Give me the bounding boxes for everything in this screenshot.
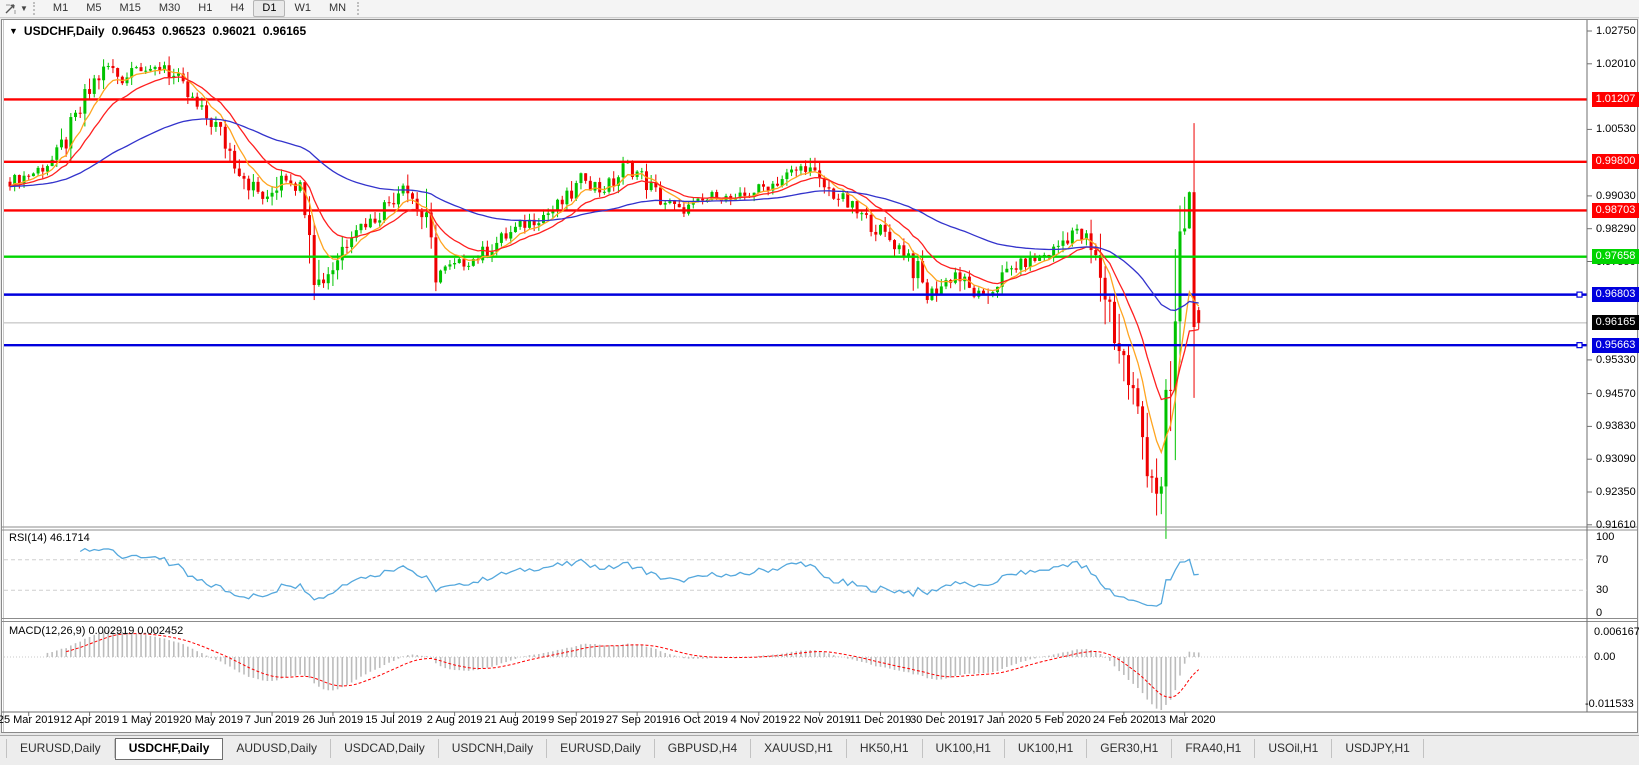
chart-tab-uk100-h1[interactable]: UK100,H1 [923, 739, 1005, 758]
toolbar-separator-end [357, 2, 364, 15]
hline-handle [1577, 292, 1582, 297]
chart-tab-usdjpy-h1[interactable]: USDJPY,H1 [1332, 739, 1423, 758]
timeframe-button-H4[interactable]: H4 [221, 0, 253, 17]
timeframes-toolbar: ▼ M1M5M15M30H1H4D1W1MN [0, 0, 1639, 18]
timeframe-button-W1[interactable]: W1 [285, 0, 320, 17]
chart-tab-ger30-h1[interactable]: GER30,H1 [1087, 739, 1172, 758]
toolbar-separator [33, 2, 40, 15]
timeframe-button-H1[interactable]: H1 [189, 0, 221, 17]
chart-tab-gbpusd-h4[interactable]: GBPUSD,H4 [655, 739, 751, 758]
macd-indicator-label: MACD(12,26,9) 0.002919 0.002452 [9, 625, 183, 637]
chart-tab-uk100-h1[interactable]: UK100,H1 [1005, 739, 1087, 758]
chart-title: ▼ USDCHF,Daily 0.96453 0.96523 0.96021 0… [9, 24, 306, 38]
ohlc-low: 0.96021 [212, 24, 255, 38]
ohlc-close: 0.96165 [263, 24, 306, 38]
chart-tabs-bar: EURUSD,DailyUSDCHF,DailyAUDUSD,DailyUSDC… [0, 735, 1639, 765]
crosshair-cursor-icon[interactable] [3, 2, 19, 16]
rsi-indicator-label: RSI(14) 46.1714 [9, 532, 90, 544]
trading-platform-window: ▼ M1M5M15M30H1H4D1W1MN ▼ USDCHF,Daily 0.… [0, 0, 1639, 765]
chart-tab-usoil-h1[interactable]: USOil,H1 [1255, 739, 1332, 758]
chart-tab-eurusd-daily[interactable]: EURUSD,Daily [547, 739, 655, 758]
timeframe-button-M15[interactable]: M15 [110, 0, 149, 17]
timeframe-button-M1[interactable]: M1 [44, 0, 77, 17]
chart-tab-hk50-h1[interactable]: HK50,H1 [847, 739, 923, 758]
chart-symbol-label: USDCHF,Daily [24, 24, 105, 38]
chart-window-frame [2, 20, 1638, 733]
chart-canvas[interactable] [0, 0, 1639, 765]
symbol-collapse-arrow-icon[interactable]: ▼ [9, 26, 18, 36]
dropdown-arrow-icon[interactable]: ▼ [20, 4, 28, 13]
timeframe-button-M5[interactable]: M5 [77, 0, 110, 17]
ohlc-open: 0.96453 [112, 24, 155, 38]
chart-tab-audusd-daily[interactable]: AUDUSD,Daily [223, 739, 331, 758]
chart-tab-usdcad-daily[interactable]: USDCAD,Daily [331, 739, 439, 758]
chart-tab-eurusd-daily[interactable]: EURUSD,Daily [6, 739, 115, 758]
timeframe-button-MN[interactable]: MN [320, 0, 355, 17]
chart-tab-xauusd-h1[interactable]: XAUUSD,H1 [751, 739, 847, 758]
timeframe-buttons-group: M1M5M15M30H1H4D1W1MN [44, 0, 355, 17]
chart-tab-fra40-h1[interactable]: FRA40,H1 [1172, 739, 1255, 758]
chart-tab-usdchf-daily[interactable]: USDCHF,Daily [115, 738, 224, 760]
hline-handle [1577, 343, 1582, 348]
timeframe-button-M30[interactable]: M30 [150, 0, 189, 17]
timeframe-button-D1[interactable]: D1 [253, 0, 285, 17]
ohlc-high: 0.96523 [162, 24, 205, 38]
chart-tab-usdcnh-daily[interactable]: USDCNH,Daily [439, 739, 547, 758]
